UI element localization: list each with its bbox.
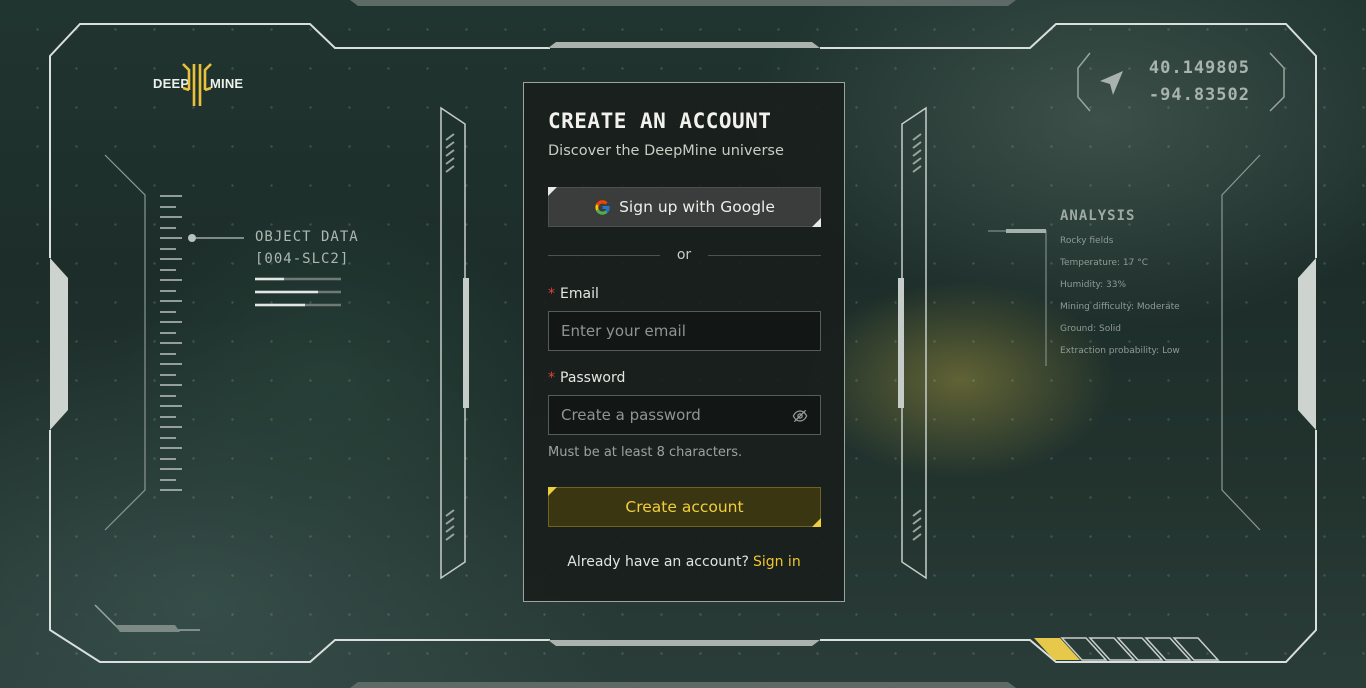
email-field[interactable] [561,322,781,340]
password-field-wrapper[interactable] [548,395,821,435]
logo-text-right: MINE [210,76,244,91]
latitude-value: 40.149805 [1148,58,1250,78]
object-data-code: [004-SLC2] [255,251,350,267]
form-title: CREATE AN ACCOUNT [548,109,772,133]
form-subtitle: Discover the DeepMine universe [548,143,784,159]
google-signup-label: Sign up with Google [619,198,775,216]
button-corner [812,518,821,527]
analysis-item: Extraction probability: Low [1060,346,1180,356]
google-icon [595,199,610,215]
signup-card: CREATE AN ACCOUNT Discover the DeepMine … [523,82,845,602]
analysis-item: Temperature: 17 °C [1060,258,1149,268]
password-label-text: Password [560,370,626,386]
google-signup-button[interactable]: Sign up with Google [548,187,821,227]
deepmine-logo[interactable]: DEEP MINE [153,60,245,110]
navigation-arrow-icon [1100,71,1123,95]
create-account-button[interactable]: Create account [548,487,821,527]
email-field-wrapper[interactable] [548,311,821,351]
signin-link[interactable]: Sign in [753,554,801,570]
longitude-value: -94.83502 [1148,85,1250,105]
signin-prompt: Already have an account? [567,554,749,570]
analysis-item: Mining difficulty: Moderate [1060,302,1180,312]
create-account-label: Create account [625,498,744,516]
button-corner [548,187,557,196]
email-label: * Email [548,286,599,302]
password-hint: Must be at least 8 characters. [548,445,743,460]
button-corner [548,487,557,496]
email-label-text: Email [560,286,599,302]
required-mark: * [548,286,555,302]
button-corner [812,218,821,227]
analysis-title: ANALYSIS [1060,208,1136,224]
divider-or: or [676,247,692,263]
password-field[interactable] [561,406,781,424]
required-mark: * [548,370,555,386]
signin-row: Already have an account? Sign in [524,554,844,570]
eye-off-icon[interactable] [792,408,808,424]
analysis-item: Humidity: 33% [1060,280,1127,290]
analysis-item: Ground: Solid [1060,324,1121,334]
analysis-item: Rocky fields [1060,236,1114,246]
password-label: * Password [548,370,625,386]
object-data-title: OBJECT DATA [255,229,359,245]
